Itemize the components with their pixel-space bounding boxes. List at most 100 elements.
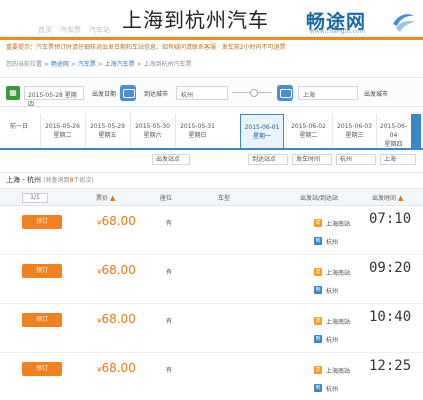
- departure-time-filter[interactable]: 发车时间: [292, 154, 332, 165]
- from-city-filter[interactable]: 上海: [380, 154, 416, 165]
- departure-station[interactable]: 上海南站: [326, 366, 350, 375]
- breadcrumb-link[interactable]: 上海汽车票: [105, 61, 135, 68]
- th-time[interactable]: 出发时间 ▲: [372, 193, 403, 202]
- departure-time: 07:10: [369, 211, 412, 227]
- sort-arrow-icon: ▲: [397, 194, 404, 202]
- date-tab-date: 2015-05-31: [180, 123, 215, 130]
- date-tab-date: 2015-05-29: [90, 123, 125, 130]
- departure-station[interactable]: 上海南站: [326, 219, 350, 228]
- th-price[interactable]: 票价 ▲: [96, 193, 115, 202]
- breadcrumb-item: 您的当前位置: [6, 61, 43, 68]
- departure-time: 09:20: [369, 260, 412, 276]
- table-row: 预订 ¥68.00 有 发 上海南站 到 杭州 12:25: [0, 354, 423, 400]
- price-value: 68.00: [101, 214, 136, 228]
- table-row: 预订 ¥68.00 有 发 上海南站 到 杭州 10:40: [0, 305, 423, 353]
- date-strip: 前一日 2015-05-26 星期二 2015-05-29 星期五 2015-05-…: [0, 112, 423, 150]
- calendar-icon[interactable]: ▦: [6, 86, 20, 100]
- site-logo[interactable]: 畅途网 www.changtu.com: [306, 6, 416, 36]
- book-button[interactable]: 预订: [22, 313, 62, 327]
- date-value: 2015-05-28: [28, 92, 63, 99]
- price-value: 68.00: [101, 312, 136, 326]
- date-tab-date: 2015-06-01: [244, 124, 280, 131]
- breadcrumb-link[interactable]: 汽车票: [78, 61, 96, 68]
- breadcrumb-current: 上海到杭州汽车票: [143, 61, 192, 68]
- departure-time: 10:40: [369, 309, 412, 325]
- date-tab-week: 星期四: [384, 141, 403, 148]
- departure-time: 12:25: [369, 358, 412, 374]
- notice-banner: 重要提示：汽车票预订时请仔细核对出发日期和车站信息，如有疑问请联系客服 · 发车…: [6, 44, 286, 51]
- to-city-filter[interactable]: 杭州: [336, 154, 376, 165]
- date-tab-date: 2015-06-04: [379, 123, 408, 139]
- date-tab-week: 星期五: [98, 132, 117, 139]
- date-tab[interactable]: 2015-05-31 星期日: [175, 114, 219, 148]
- departure-station-icon: 发: [314, 366, 322, 374]
- count-suffix: 个班次): [73, 177, 94, 184]
- route-from: 上海: [6, 176, 20, 184]
- table-row: 预订 ¥68.00 有 发 上海南站 到 杭州 09:20: [0, 256, 423, 304]
- date-tab-date: 2015-05-26: [45, 123, 80, 130]
- bus-icon: [120, 85, 136, 101]
- logo-swoosh-icon: [393, 14, 415, 32]
- logo-url: www.changtu.com: [310, 28, 366, 35]
- date-tab-week: 星期一: [252, 133, 271, 140]
- table-row: 预订 ¥68.00 有 发 上海南站 到 杭州 07:10: [0, 207, 423, 255]
- tab-bus-station[interactable]: 汽车站: [89, 25, 110, 35]
- to-city-label: 到达城市: [144, 91, 169, 98]
- departure-station-filter[interactable]: 出发站点: [152, 154, 190, 165]
- th-station: 出发站/到达站: [300, 195, 339, 202]
- date-tab-week: 星期六: [143, 132, 162, 139]
- tab-bus-ticket[interactable]: 汽车票: [60, 25, 81, 35]
- seat-status: 有: [166, 367, 173, 374]
- arrival-station: 杭州: [326, 288, 339, 295]
- seat-status: 有: [166, 269, 173, 276]
- date-tab-week: 星期三: [345, 132, 364, 139]
- breadcrumb: 您的当前位置 > 畅途网 > 汽车票 > 上海汽车票 > 上海到杭州汽车票: [0, 60, 423, 70]
- departure-station-icon: 发: [314, 268, 322, 276]
- date-tab-week: 星期二: [299, 132, 318, 139]
- date-tab[interactable]: 2015-05-26 星期二: [40, 114, 84, 148]
- pager[interactable]: 1/1: [22, 193, 48, 203]
- from-city-label: 出发城市: [364, 91, 389, 98]
- breadcrumb-sep: >: [95, 61, 105, 68]
- book-button[interactable]: 预订: [22, 264, 62, 278]
- arrival-station-icon: 到: [314, 237, 322, 245]
- route-divider: [232, 89, 272, 97]
- th-type: 车型: [218, 195, 231, 202]
- breadcrumb-sep: >: [68, 61, 78, 68]
- th-price-label: 票价: [96, 195, 109, 202]
- departure-station[interactable]: 上海南站: [326, 317, 350, 326]
- breadcrumb-link[interactable]: 畅途网: [51, 61, 69, 68]
- date-input[interactable]: 2015-05-28 星期四: [24, 86, 84, 108]
- book-button[interactable]: 预订: [22, 362, 62, 376]
- arrival-station: 杭州: [326, 337, 339, 344]
- date-tab[interactable]: 2015-05-29 星期五: [85, 114, 129, 148]
- date-tab[interactable]: 2015-06-04 星期四: [376, 114, 410, 148]
- book-button[interactable]: 预订: [22, 215, 62, 229]
- ticket-price: ¥68.00: [97, 214, 136, 228]
- date-label: 出发日期: [92, 91, 117, 98]
- date-tab-date: 2015-06-02: [291, 123, 326, 130]
- ticket-price: ¥68.00: [97, 312, 136, 326]
- date-tab-active[interactable]: 2015-06-01 星期一: [240, 114, 284, 148]
- from-city-input[interactable]: 上海: [298, 86, 358, 100]
- result-count: (共查询到8个班次): [43, 177, 94, 184]
- to-city-input[interactable]: 杭州: [176, 86, 228, 100]
- date-tab[interactable]: 2015-06-03 星期三: [332, 114, 376, 148]
- arrival-station-icon: 到: [314, 286, 322, 294]
- departure-station-icon: 发: [314, 219, 322, 227]
- arrival-station-filter[interactable]: 到达站点: [248, 154, 288, 165]
- next-day-button[interactable]: [411, 114, 421, 148]
- tab-home[interactable]: 首页: [38, 25, 52, 35]
- departure-station-icon: 发: [314, 317, 322, 325]
- arrival-station-icon: 到: [314, 384, 322, 392]
- departure-station[interactable]: 上海南站: [326, 268, 350, 277]
- date-tab-date: 2015-06-03: [337, 123, 372, 130]
- prev-day-button[interactable]: 前一日: [4, 114, 34, 148]
- date-tab[interactable]: 2015-05-30 星期六: [130, 114, 174, 148]
- date-tab[interactable]: 2015-06-02 星期二: [286, 114, 330, 148]
- filter-bar: 出发站点 到达站点 发车时间 杭州 上海: [0, 152, 423, 166]
- date-tab-date: 2015-05-30: [135, 123, 170, 130]
- route-to: 杭州: [26, 176, 41, 184]
- date-tab-week: 星期日: [188, 132, 207, 139]
- th-seat: 座位: [160, 195, 173, 202]
